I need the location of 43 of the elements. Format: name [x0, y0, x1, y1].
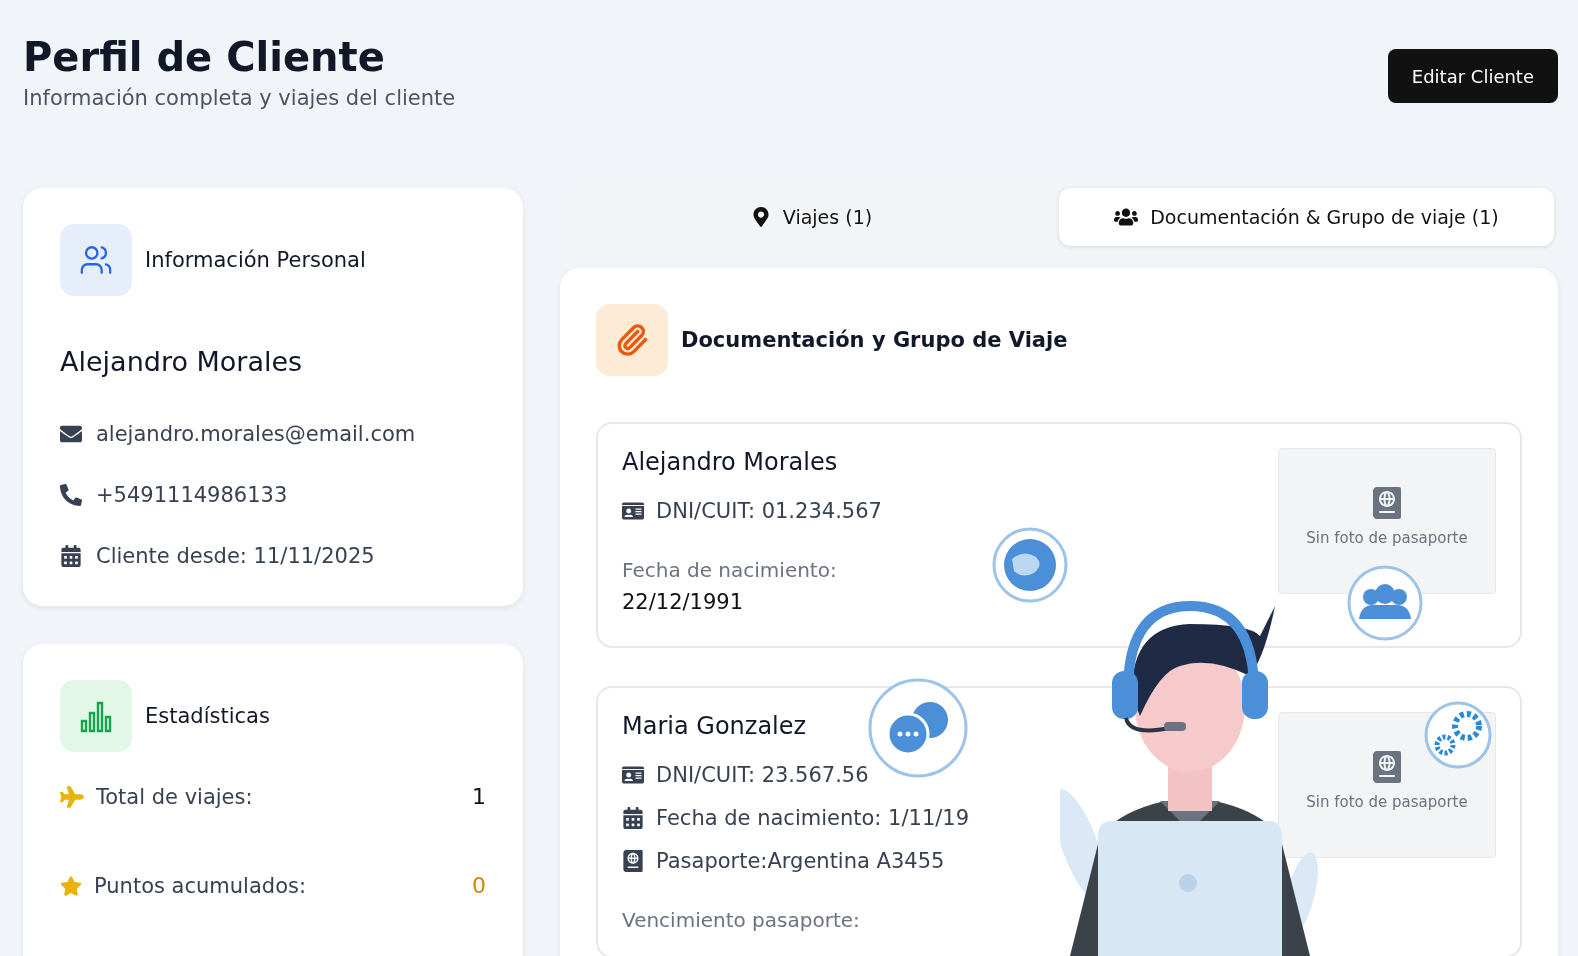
- phone-icon: [60, 483, 82, 506]
- card-title: Estadísticas: [145, 704, 270, 728]
- passport-icon: [1371, 751, 1403, 783]
- passport-icon: [1371, 487, 1403, 519]
- contact-detail: +5491114986133: [96, 482, 288, 507]
- calendar-icon: [60, 544, 82, 567]
- id-number: DNI/CUIT: 23.567.56: [656, 763, 869, 787]
- card-title: Documentación y Grupo de Viaje: [681, 328, 1068, 352]
- globe-icon: [990, 525, 1070, 605]
- placeholder-text: Sin foto de pasaporte: [1306, 529, 1468, 547]
- stat-label: Total de viajes:: [96, 784, 253, 809]
- bar-chart-icon: [60, 680, 132, 752]
- paperclip-icon: [596, 304, 668, 376]
- id-card-icon: [622, 764, 644, 786]
- member-name: Maria Gonzalez: [622, 712, 808, 740]
- card-title: Información Personal: [145, 248, 366, 272]
- field-label: Fecha de nacimiento:: [622, 558, 837, 582]
- id-number: DNI/CUIT: 01.234.567: [656, 499, 882, 523]
- chat-bubbles-icon: [866, 676, 970, 780]
- placeholder-text: Sin foto de pasaporte: [1306, 793, 1468, 811]
- member-name: Alejandro Morales: [622, 448, 839, 476]
- page-subtitle: Información completa y viajes del cliente: [23, 86, 456, 110]
- stat-value: 1: [472, 784, 486, 809]
- contact-detail: alejandro.morales@email.com: [96, 421, 416, 446]
- id-card-icon: [622, 500, 644, 522]
- field-label: Vencimiento pasaporte:: [622, 908, 860, 932]
- tab[interactable]: Documentación & Grupo de viaje (1): [1059, 188, 1554, 246]
- map-pin-icon: [750, 207, 771, 227]
- contact-detail: Cliente desde: 11/11/2025: [96, 543, 375, 568]
- birth-date: Fecha de nacimiento: 1/11/19: [656, 805, 970, 830]
- stat-value: 0: [472, 873, 486, 898]
- users-icon: [60, 224, 132, 296]
- page-title: Perfil de Cliente: [23, 34, 386, 80]
- calendar-icon: [622, 806, 644, 829]
- passport-icon: [622, 849, 644, 872]
- field-value: 22/12/1991: [622, 590, 744, 614]
- passport-info: Pasaporte:Argentina A3455: [656, 848, 945, 873]
- stat-label: Puntos acumulados:: [94, 873, 306, 898]
- tab[interactable]: Viajes (1): [564, 188, 1059, 246]
- edit-client-button[interactable]: Editar Cliente: [1387, 49, 1558, 103]
- star-icon: [60, 874, 82, 897]
- plane-icon: [60, 784, 84, 809]
- client-name: Alejandro Morales: [60, 346, 304, 377]
